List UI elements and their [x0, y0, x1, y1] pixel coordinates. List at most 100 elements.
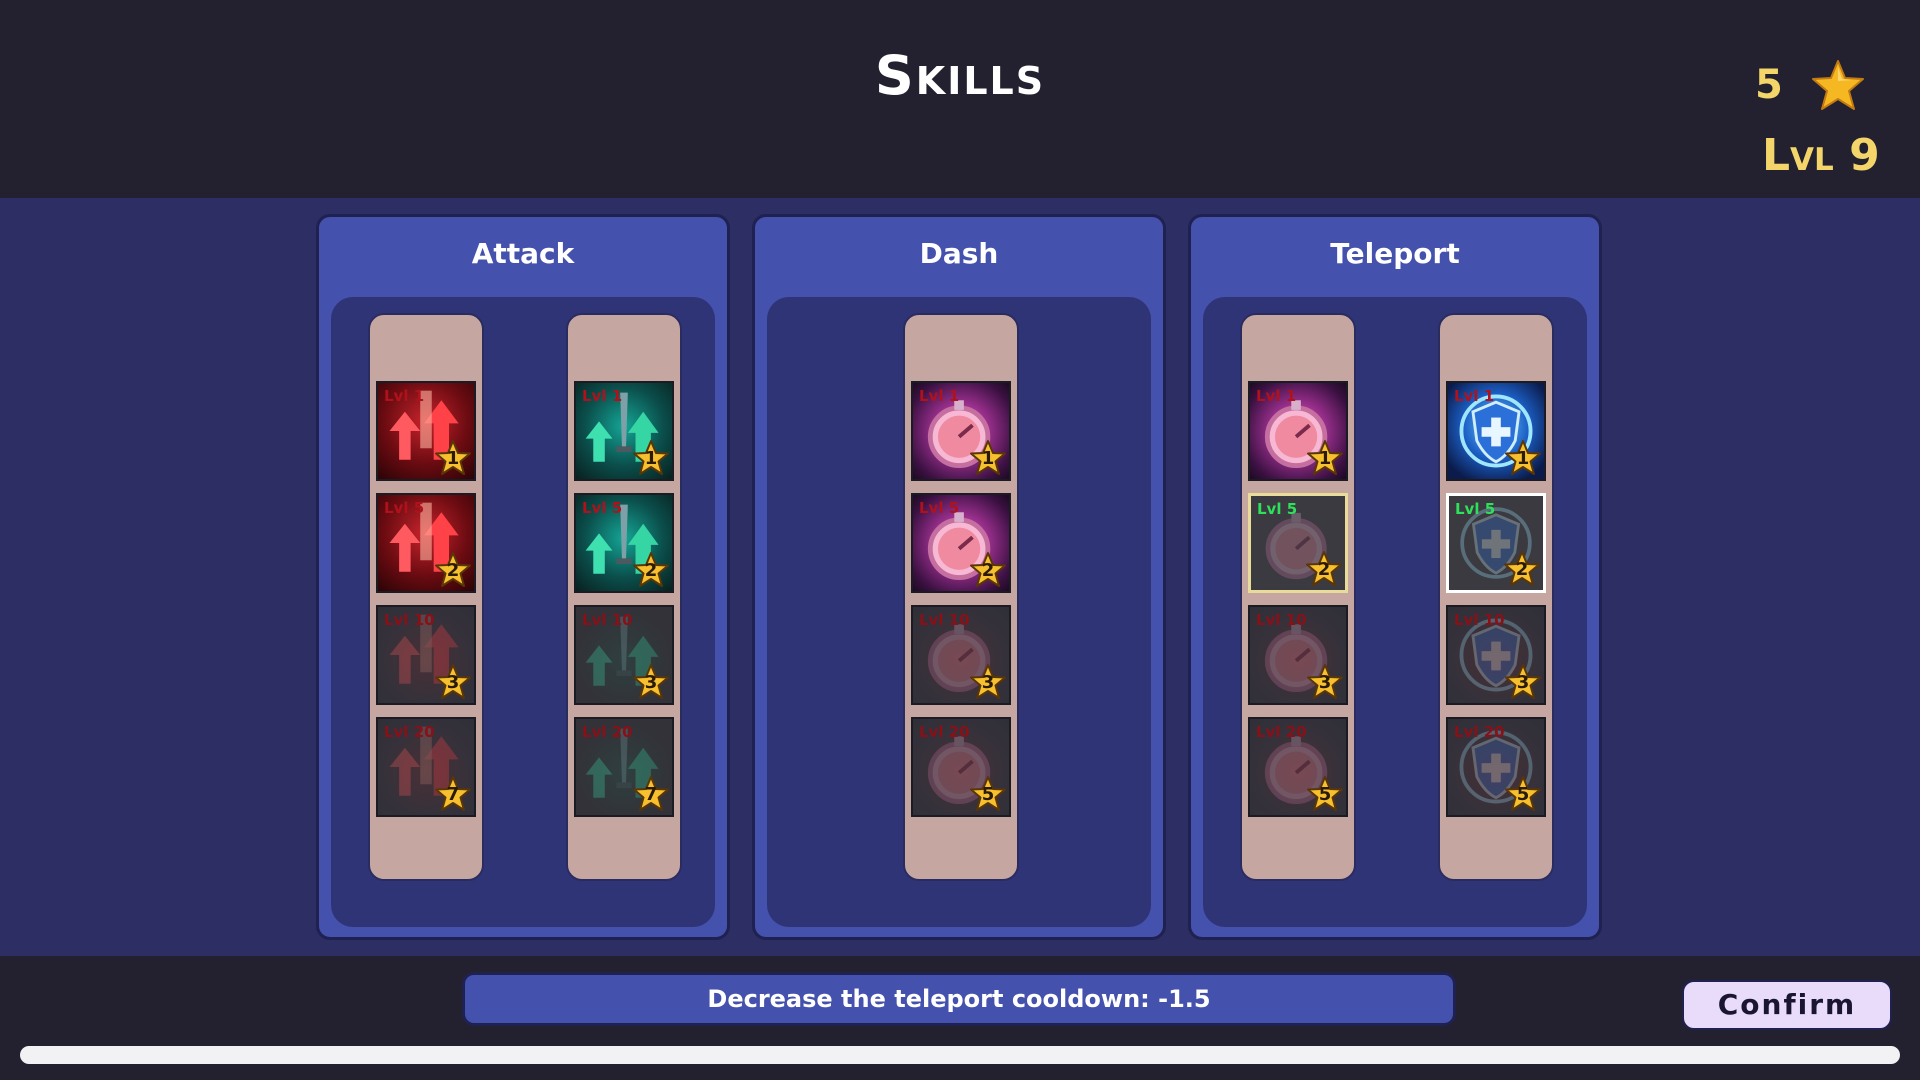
- panel-inner: Lvl 1 1 Lvl 5 2 Lvl 10 3 Lvl 20 5: [767, 297, 1151, 927]
- skill-slot-owned[interactable]: Lvl 1 1: [574, 381, 674, 481]
- star-cost-icon: 1: [969, 439, 1007, 477]
- star-cost-icon: 5: [1504, 775, 1542, 813]
- star-cost-value: 1: [981, 448, 995, 469]
- progress-bar: [20, 1046, 1900, 1064]
- top-bar: Skills 5 Lvl 9: [0, 0, 1920, 198]
- star-cost-value: 5: [1516, 784, 1530, 805]
- page-title: Skills: [874, 44, 1046, 107]
- skill-slot-locked[interactable]: Lvl 10 3: [1248, 605, 1348, 705]
- slot-level-requirement: Lvl 10: [384, 611, 435, 629]
- star-cost-icon: 1: [434, 439, 472, 477]
- slot-level-requirement: Lvl 20: [1256, 723, 1307, 741]
- skill-slot-owned[interactable]: Lvl 5 2: [911, 493, 1011, 593]
- star-cost-value: 1: [1516, 448, 1530, 469]
- star-cost-value: 1: [446, 448, 460, 469]
- skill-slot-locked[interactable]: Lvl 20 7: [376, 717, 476, 817]
- skill-column: Lvl 1 1 Lvl 5 2 Lvl 10 3 Lvl 20 7: [566, 313, 682, 881]
- star-cost-icon: 3: [1504, 663, 1542, 701]
- confirm-button[interactable]: Confirm: [1682, 980, 1892, 1030]
- skill-slot-owned[interactable]: Lvl 5 2: [376, 493, 476, 593]
- skill-slot-locked[interactable]: Lvl 20 5: [1248, 717, 1348, 817]
- star-cost-value: 5: [1318, 784, 1332, 805]
- star-cost-icon: 3: [1306, 663, 1344, 701]
- slot-level-requirement: Lvl 5: [384, 499, 425, 517]
- slot-level-requirement: Lvl 5: [582, 499, 623, 517]
- slot-level-requirement: Lvl 1: [582, 387, 623, 405]
- skill-column: Lvl 1 1 Lvl 5 2 Lvl 10 3 Lvl 20 5: [1240, 313, 1356, 881]
- star-cost-icon: 1: [632, 439, 670, 477]
- star-cost-value: 7: [644, 784, 658, 805]
- star-cost-value: 5: [981, 784, 995, 805]
- star-icon: [1810, 58, 1866, 114]
- slot-level-requirement: Lvl 1: [919, 387, 960, 405]
- slot-level-requirement: Lvl 10: [919, 611, 970, 629]
- panel-inner: Lvl 1 1 Lvl 5 2 Lvl 10 3 Lvl 20 5 Lvl 1 1 Lvl 5 2 Lv…: [1203, 297, 1587, 927]
- star-cost-value: 3: [1318, 672, 1332, 693]
- slot-level-requirement: Lvl 20: [1454, 723, 1505, 741]
- panel-title: Attack: [471, 237, 575, 270]
- star-cost-icon: 2: [969, 551, 1007, 589]
- star-cost-icon: 1: [1504, 439, 1542, 477]
- panel-inner: Lvl 1 1 Lvl 5 2 Lvl 10 3 Lvl 20 7 Lvl 1 1 Lvl 5 2 Lv…: [331, 297, 715, 927]
- skill-slot-owned[interactable]: Lvl 1 1: [1446, 381, 1546, 481]
- slot-level-requirement: Lvl 1: [384, 387, 425, 405]
- star-cost-value: 2: [446, 560, 460, 581]
- skill-slot-locked[interactable]: Lvl 10 3: [376, 605, 476, 705]
- progress-fill: [20, 1046, 1900, 1064]
- star-cost-value: 1: [644, 448, 658, 469]
- star-cost-value: 3: [446, 672, 460, 693]
- skill-column: Lvl 1 1 Lvl 5 2 Lvl 10 3 Lvl 20 5: [1438, 313, 1554, 881]
- panel-title: Dash: [919, 237, 999, 270]
- star-cost-icon: 2: [1305, 550, 1343, 588]
- star-cost-value: 7: [446, 784, 460, 805]
- star-cost-value: 2: [1515, 559, 1529, 580]
- star-cost-icon: 2: [1503, 550, 1541, 588]
- skill-slot-locked[interactable]: Lvl 20 5: [911, 717, 1011, 817]
- skill-panel-teleport: Teleport Lvl 1 1 Lvl 5 2 Lvl 10 3 Lvl 20 5 Lvl 1 1…: [1188, 214, 1602, 940]
- star-cost-value: 2: [644, 560, 658, 581]
- skill-slot-owned[interactable]: Lvl 5 2: [574, 493, 674, 593]
- slot-level-requirement: Lvl 20: [384, 723, 435, 741]
- skill-panel-attack: Attack Lvl 1 1 Lvl 5 2 Lvl 10 3 Lvl 20 7 Lvl 1 1 Lv…: [316, 214, 730, 940]
- slot-level-requirement: Lvl 10: [582, 611, 633, 629]
- star-cost-icon: 3: [434, 663, 472, 701]
- slot-level-requirement: Lvl 10: [1256, 611, 1307, 629]
- slot-level-requirement: Lvl 5: [919, 499, 960, 517]
- skill-slot-owned[interactable]: Lvl 1 1: [376, 381, 476, 481]
- skill-slot-locked[interactable]: Lvl 20 5: [1446, 717, 1546, 817]
- star-cost-value: 3: [981, 672, 995, 693]
- skill-slot-locked[interactable]: Lvl 10 3: [1446, 605, 1546, 705]
- skill-panel-dash: Dash Lvl 1 1 Lvl 5 2 Lvl 10 3 Lvl 20 5: [752, 214, 1166, 940]
- skill-slot-available[interactable]: Lvl 5 2: [1248, 493, 1348, 593]
- star-cost-value: 3: [1516, 672, 1530, 693]
- star-cost-icon: 1: [1306, 439, 1344, 477]
- slot-level-requirement: Lvl 1: [1454, 387, 1495, 405]
- star-cost-icon: 2: [434, 551, 472, 589]
- skill-column: Lvl 1 1 Lvl 5 2 Lvl 10 3 Lvl 20 5: [903, 313, 1019, 881]
- skill-slot-owned[interactable]: Lvl 1 1: [911, 381, 1011, 481]
- slot-level-requirement: Lvl 20: [919, 723, 970, 741]
- star-cost-value: 2: [1317, 559, 1331, 580]
- skill-slot-locked[interactable]: Lvl 20 7: [574, 717, 674, 817]
- star-cost-icon: 3: [969, 663, 1007, 701]
- skill-slot-available[interactable]: Lvl 5 2: [1446, 493, 1546, 593]
- star-cost-icon: 5: [1306, 775, 1344, 813]
- skill-description: Decrease the teleport cooldown: -1.5: [462, 972, 1456, 1026]
- slot-level-requirement: Lvl 5: [1455, 500, 1496, 518]
- star-cost-value: 1: [1318, 448, 1332, 469]
- panel-title: Teleport: [1330, 237, 1460, 270]
- slot-level-requirement: Lvl 5: [1257, 500, 1298, 518]
- slot-level-requirement: Lvl 1: [1256, 387, 1297, 405]
- skill-slot-locked[interactable]: Lvl 10 3: [911, 605, 1011, 705]
- star-cost-value: 2: [981, 560, 995, 581]
- skill-slot-owned[interactable]: Lvl 1 1: [1248, 381, 1348, 481]
- player-level: Lvl 9: [1762, 130, 1880, 181]
- skill-slot-locked[interactable]: Lvl 10 3: [574, 605, 674, 705]
- star-count: 5: [1755, 62, 1783, 108]
- star-cost-icon: 5: [969, 775, 1007, 813]
- star-cost-icon: 2: [632, 551, 670, 589]
- star-cost-value: 3: [644, 672, 658, 693]
- star-cost-icon: 3: [632, 663, 670, 701]
- skill-column: Lvl 1 1 Lvl 5 2 Lvl 10 3 Lvl 20 7: [368, 313, 484, 881]
- star-cost-icon: 7: [434, 775, 472, 813]
